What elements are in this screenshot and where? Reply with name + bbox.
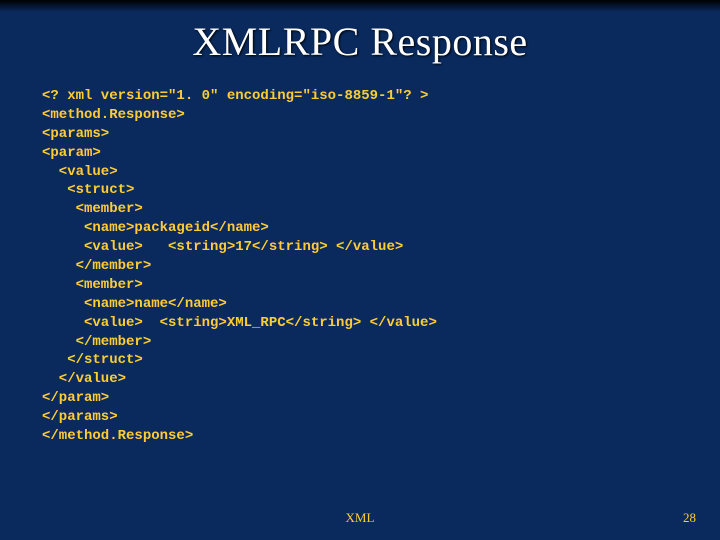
page-number: 28 bbox=[683, 510, 696, 526]
slide-content: XMLRPC Response <? xml version="1. 0" en… bbox=[0, 0, 720, 446]
footer-label: XML bbox=[0, 510, 720, 526]
code-block: <? xml version="1. 0" encoding="iso-8859… bbox=[42, 87, 678, 446]
top-gradient bbox=[0, 0, 720, 12]
slide-title: XMLRPC Response bbox=[42, 18, 678, 65]
